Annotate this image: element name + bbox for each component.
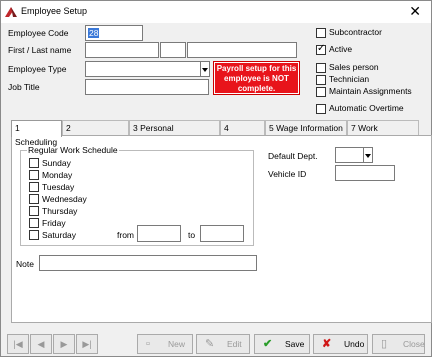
employee-code-label: Employee Code (8, 28, 69, 38)
last-name-field[interactable] (187, 42, 297, 58)
undo-button[interactable]: ✘ Undo (313, 334, 368, 354)
previous-record-icon[interactable]: ◀ (30, 334, 52, 354)
maintain-assignments-checkbox[interactable] (316, 87, 326, 97)
window-close-icon[interactable]: ✕ (409, 3, 421, 19)
edit-button-label: Edit (227, 339, 242, 349)
from-time-field[interactable] (137, 225, 181, 242)
employee-type-dropdown-icon[interactable] (201, 61, 210, 77)
vehicle-id-label: Vehicle ID (268, 169, 307, 179)
active-label: Active (329, 44, 353, 54)
wednesday-label: Wednesday (42, 194, 87, 204)
last-record-icon[interactable]: ▶| (76, 334, 98, 354)
tab-strip: 1 Scheduling 2 Address/Phone 3 Personal … (11, 120, 432, 147)
next-record-icon[interactable]: ▶ (53, 334, 75, 354)
tab-address-phone[interactable]: 2 Address/Phone (62, 120, 129, 147)
window-title: Employee Setup (21, 6, 88, 16)
title-bar: Employee Setup ✕ (1, 1, 431, 23)
new-button[interactable]: ▫ New (137, 334, 193, 354)
tab-personal-information[interactable]: 3 Personal Information (129, 120, 220, 147)
employee-code-field[interactable]: 28 (85, 25, 143, 41)
wednesday-checkbox[interactable] (29, 194, 39, 204)
tab-training[interactable]: 4 Training (220, 120, 265, 147)
undo-button-label: Undo (344, 339, 365, 349)
sunday-label: Sunday (42, 158, 71, 168)
work-schedule-group: Regular Work Schedule Sunday Monday Tues… (20, 145, 254, 246)
tab-scheduling[interactable]: 1 Scheduling (11, 120, 62, 147)
close-button-label: Close (403, 339, 425, 349)
default-dept-dropdown-icon[interactable] (364, 147, 373, 163)
checkmark-icon: ✔ (263, 338, 273, 350)
employee-setup-window: Employee Setup ✕ Employee Code 28 First … (0, 0, 432, 357)
default-dept-label: Default Dept. (268, 151, 318, 161)
new-record-icon: ▫ (146, 338, 150, 350)
subcontractor-label: Subcontractor (329, 27, 382, 37)
job-title-field[interactable] (85, 79, 209, 95)
to-time-field[interactable] (200, 225, 244, 242)
technician-checkbox[interactable] (316, 75, 326, 85)
technician-label: Technician (329, 74, 370, 84)
first-name-field[interactable] (85, 42, 159, 58)
friday-checkbox[interactable] (29, 218, 39, 228)
new-button-label: New (168, 339, 186, 349)
default-dept-select[interactable] (335, 147, 364, 163)
saturday-label: Saturday (42, 230, 77, 240)
employee-type-label: Employee Type (8, 64, 67, 74)
job-title-label: Job Title (8, 82, 40, 92)
tab-wage-information[interactable]: 5 Wage Information (265, 120, 347, 135)
save-button-label: Save (285, 339, 305, 349)
first-record-icon[interactable]: |◀ (7, 334, 29, 354)
scheduling-panel: Regular Work Schedule Sunday Monday Tues… (11, 135, 432, 323)
first-last-name-label: First / Last name (8, 45, 72, 55)
maintain-assignments-label: Maintain Assignments (329, 86, 412, 96)
automatic-overtime-label: Automatic Overtime (329, 103, 404, 113)
middle-initial-field[interactable] (160, 42, 186, 58)
sales-person-label: Sales person (329, 62, 379, 72)
save-button[interactable]: ✔ Save (254, 334, 310, 354)
employee-type-select[interactable] (85, 61, 201, 77)
active-checkbox[interactable] (316, 43, 326, 55)
edit-button[interactable]: ✎ Edit (196, 334, 250, 354)
edit-icon: ✎ (205, 338, 215, 350)
note-label: Note (16, 259, 34, 269)
note-field[interactable] (39, 255, 257, 271)
subcontractor-checkbox[interactable] (316, 28, 326, 38)
payroll-warning-badge: Payroll setup for this employee is NOT c… (214, 62, 299, 94)
tuesday-label: Tuesday (42, 182, 75, 192)
thursday-checkbox[interactable] (29, 206, 39, 216)
tab-work-biography[interactable]: 7 Work Biography (347, 120, 419, 147)
tuesday-checkbox[interactable] (29, 182, 39, 192)
monday-label: Monday (42, 170, 73, 180)
sales-person-checkbox[interactable] (316, 63, 326, 73)
from-label: from (117, 230, 134, 240)
bottom-toolbar: |◀ ◀ ▶ ▶| ▫ New ✎ Edit ✔ Save ✘ Undo ▯ C… (1, 334, 431, 356)
thursday-label: Thursday (42, 206, 78, 216)
close-button[interactable]: ▯ Close (372, 334, 425, 354)
app-icon (5, 7, 17, 17)
close-door-icon: ▯ (381, 338, 388, 350)
monday-checkbox[interactable] (29, 170, 39, 180)
saturday-checkbox[interactable] (29, 230, 39, 240)
vehicle-id-field[interactable] (335, 165, 395, 181)
undo-x-icon: ✘ (322, 338, 332, 350)
to-label: to (188, 230, 196, 240)
employee-code-value: 28 (88, 28, 100, 38)
automatic-overtime-checkbox[interactable] (316, 104, 326, 114)
friday-label: Friday (42, 218, 66, 228)
sunday-checkbox[interactable] (29, 158, 39, 168)
